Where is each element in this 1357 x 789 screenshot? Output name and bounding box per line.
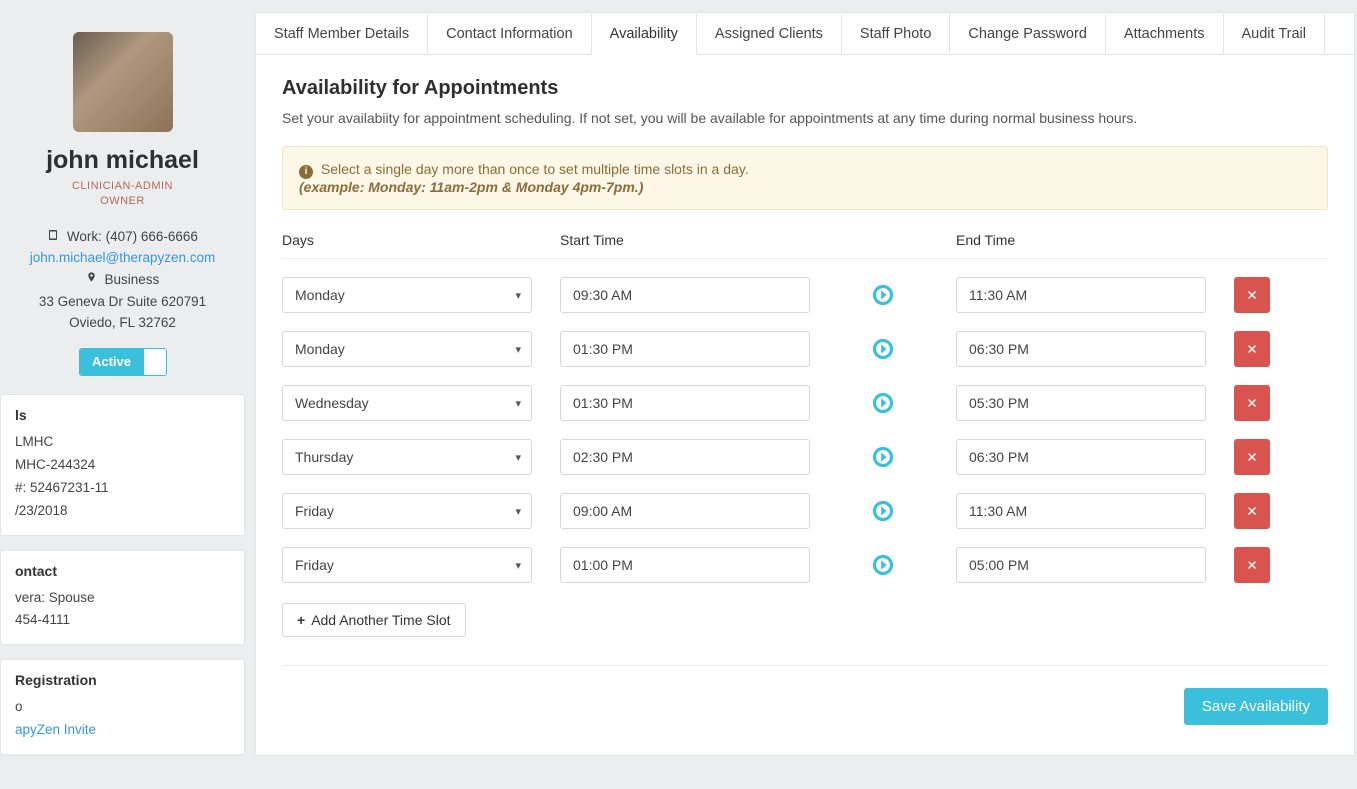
page-title: Availability for Appointments — [282, 77, 1328, 100]
delete-slot-button[interactable] — [1234, 331, 1270, 367]
invite-link[interactable]: apyZen Invite — [15, 722, 96, 737]
start-time-input[interactable] — [560, 547, 810, 583]
end-time-input[interactable] — [956, 493, 1206, 529]
tab-contact-information[interactable]: Contact Information — [428, 14, 592, 55]
registration-panel: Registration oapyZen Invite — [0, 659, 245, 755]
day-select[interactable]: Friday — [282, 493, 532, 529]
end-time-input[interactable] — [956, 277, 1206, 313]
slot-row: Friday — [282, 493, 1328, 529]
tab-audit-trail[interactable]: Audit Trail — [1224, 14, 1325, 55]
page-subtext: Set your availabiity for appointment sch… — [282, 110, 1328, 126]
end-time-input[interactable] — [956, 439, 1206, 475]
slot-row: Thursday — [282, 439, 1328, 475]
avatar — [73, 32, 173, 132]
contact-block: Work: (407) 666-6666 john.michael@therap… — [0, 226, 245, 334]
panel-line: /23/2018 — [15, 500, 230, 523]
panel-line: vera: Spouse — [15, 587, 230, 610]
add-slot-button[interactable]: + Add Another Time Slot — [282, 603, 466, 637]
slot-row: Monday — [282, 277, 1328, 313]
pin-icon — [86, 270, 97, 290]
day-select[interactable]: Monday — [282, 331, 532, 367]
panel-line: LMHC — [15, 431, 230, 454]
panel-line: 454-4111 — [15, 609, 230, 632]
end-time-input[interactable] — [956, 547, 1206, 583]
tab-availability[interactable]: Availability — [592, 14, 697, 55]
panel-line: MHC-244324 — [15, 454, 230, 477]
tab-staff-photo[interactable]: Staff Photo — [842, 14, 950, 55]
profile-email[interactable]: john.michael@therapyzen.com — [30, 250, 216, 265]
tab-change-password[interactable]: Change Password — [950, 14, 1106, 55]
arrow-right-icon — [872, 446, 894, 468]
slot-row: Monday — [282, 331, 1328, 367]
phone-icon — [47, 228, 59, 247]
arrow-right-icon — [872, 338, 894, 360]
day-select[interactable]: Friday — [282, 547, 532, 583]
tabs: Staff Member DetailsContact InformationA… — [256, 13, 1354, 55]
tab-attachments[interactable]: Attachments — [1106, 14, 1224, 55]
day-select[interactable]: Wednesday — [282, 385, 532, 421]
profile-name: john michael — [0, 146, 245, 175]
arrow-right-icon — [872, 392, 894, 414]
end-time-input[interactable] — [956, 385, 1206, 421]
active-toggle[interactable]: Active — [79, 348, 167, 376]
arrow-right-icon — [872, 554, 894, 576]
end-time-input[interactable] — [956, 331, 1206, 367]
start-time-input[interactable] — [560, 277, 810, 313]
slot-row: Friday — [282, 547, 1328, 583]
start-time-input[interactable] — [560, 493, 810, 529]
arrow-right-icon — [872, 500, 894, 522]
grid-header: Days Start Time End Time — [282, 232, 1328, 259]
slot-row: Wednesday — [282, 385, 1328, 421]
panel-line: apyZen Invite — [15, 719, 230, 742]
delete-slot-button[interactable] — [1234, 277, 1270, 313]
delete-slot-button[interactable] — [1234, 385, 1270, 421]
day-select[interactable]: Monday — [282, 277, 532, 313]
delete-slot-button[interactable] — [1234, 493, 1270, 529]
delete-slot-button[interactable] — [1234, 547, 1270, 583]
arrow-right-icon — [872, 284, 894, 306]
start-time-input[interactable] — [560, 439, 810, 475]
panel-line: #: 52467231-11 — [15, 477, 230, 500]
profile-role: CLINICIAN-ADMIN OWNER — [0, 179, 245, 210]
tab-assigned-clients[interactable]: Assigned Clients — [697, 14, 842, 55]
delete-slot-button[interactable] — [1234, 439, 1270, 475]
info-box: i Select a single day more than once to … — [282, 146, 1328, 210]
save-button[interactable]: Save Availability — [1184, 688, 1328, 725]
tab-staff-member-details[interactable]: Staff Member Details — [256, 14, 428, 55]
credentials-panel: ls LMHCMHC-244324#: 52467231-11/23/2018 — [0, 394, 245, 536]
emergency-panel: ontact vera: Spouse454-4111 — [0, 550, 245, 646]
start-time-input[interactable] — [560, 331, 810, 367]
panel-line: o — [15, 696, 230, 719]
start-time-input[interactable] — [560, 385, 810, 421]
plus-icon: + — [297, 612, 305, 628]
day-select[interactable]: Thursday — [282, 439, 532, 475]
info-icon: i — [299, 165, 313, 179]
